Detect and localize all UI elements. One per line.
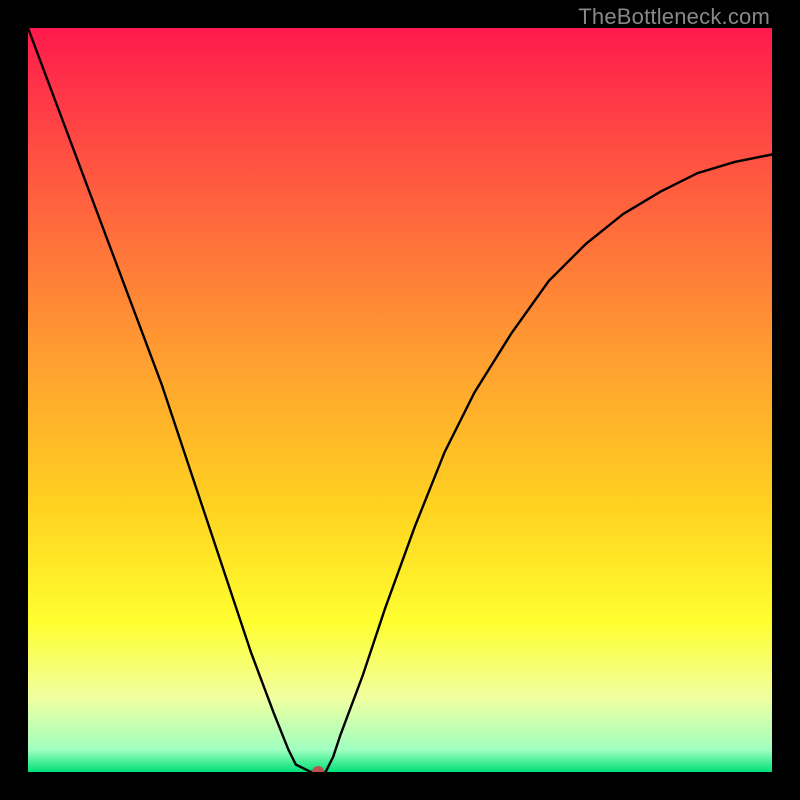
watermark: TheBottleneck.com <box>578 4 770 30</box>
chart-plot <box>28 28 772 772</box>
chart-background <box>28 28 772 772</box>
chart-frame <box>28 28 772 772</box>
